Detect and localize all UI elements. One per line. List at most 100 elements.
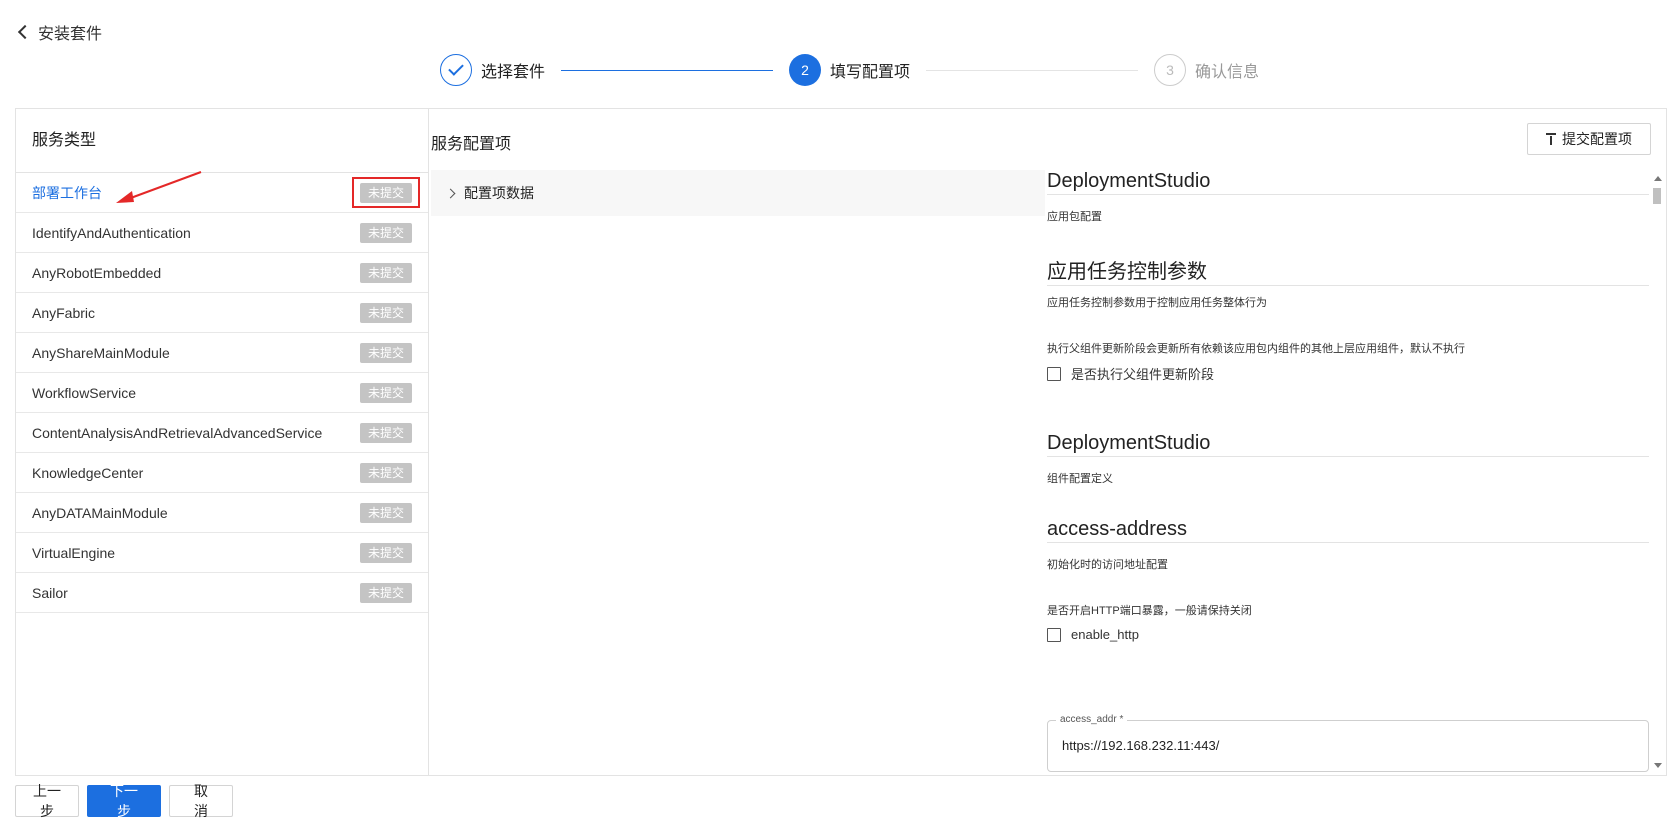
status-wrap: 未提交 (359, 423, 412, 443)
status-badge: 未提交 (359, 343, 412, 363)
step-1-circle (440, 54, 472, 86)
next-button[interactable]: 下一步 (87, 783, 161, 819)
section-title: 应用任务控制参数 (1047, 255, 1649, 286)
chevron-left-icon (17, 24, 33, 40)
submit-config-button[interactable]: 提交配置项 (1527, 123, 1651, 155)
step-2-label: 填写配置项 (830, 64, 911, 81)
red-arrow-annotation (116, 171, 202, 203)
status-badge: 未提交 (359, 503, 412, 523)
service-item[interactable]: IdentifyAndAuthentication 未提交 (16, 213, 428, 253)
step-1: 选择套件 (440, 54, 545, 86)
status-badge: 未提交 (359, 183, 412, 203)
form-scrollbar[interactable] (1649, 170, 1665, 774)
status-badge: 未提交 (359, 463, 412, 483)
status-wrap: 未提交 (359, 263, 412, 283)
status-badge: 未提交 (359, 263, 412, 283)
status-badge: 未提交 (359, 303, 412, 323)
service-name: WorkflowService (32, 384, 136, 401)
status-wrap: 未提交 (359, 303, 412, 323)
section-title: DeploymentStudio (1047, 432, 1649, 457)
scroll-down-icon[interactable] (1654, 763, 1662, 768)
service-config-title: 服务配置项 (431, 136, 512, 153)
checkbox-label: 是否执行父组件更新阶段 (1071, 367, 1215, 382)
check-icon (448, 60, 464, 76)
status-wrap: 未提交 (359, 223, 412, 243)
status-badge: 未提交 (359, 543, 412, 563)
enable-http-checkbox[interactable] (1047, 627, 1061, 642)
status-wrap: 未提交 (359, 543, 412, 563)
parent-update-checkbox[interactable] (1047, 366, 1061, 381)
service-item[interactable]: KnowledgeCenter 未提交 (16, 453, 428, 493)
service-name: IdentifyAndAuthentication (32, 224, 191, 241)
scroll-thumb[interactable] (1653, 188, 1661, 204)
status-wrap: 未提交 (359, 463, 412, 483)
stepper: 选择套件 2 填写配置项 3 确认信息 (440, 52, 1259, 88)
checkbox-row-parent-update: 是否执行父组件更新阶段 (1047, 364, 1214, 383)
service-item[interactable]: VirtualEngine 未提交 (16, 533, 428, 573)
status-wrap: 未提交 (359, 343, 412, 363)
service-item[interactable]: AnyDATAMainModule 未提交 (16, 493, 428, 533)
service-item[interactable]: AnyRobotEmbedded 未提交 (16, 253, 428, 293)
service-item[interactable]: WorkflowService 未提交 (16, 373, 428, 413)
prev-button[interactable]: 上一步 (15, 783, 79, 819)
service-item[interactable]: ContentAnalysisAndRetrievalAdvancedServi… (16, 413, 428, 453)
section-title: access-address (1047, 518, 1649, 543)
section-title: DeploymentStudio (1047, 170, 1649, 195)
cancel-button[interactable]: 取 消 (169, 783, 233, 819)
service-name: AnyFabric (32, 304, 96, 321)
service-item[interactable]: AnyFabric 未提交 (16, 293, 428, 333)
access-addr-field: access_addr * (1047, 714, 1649, 772)
step-3: 3 确认信息 (1154, 54, 1259, 86)
tree-item-config-data[interactable]: 配置项数据 (431, 170, 1045, 216)
service-name: 部署工作台 (32, 184, 102, 201)
footer-actions: 上一步 下一步 取 消 (15, 783, 233, 819)
chevron-right-icon (445, 188, 456, 198)
upload-icon (1546, 133, 1556, 145)
checkbox-row-enable-http: enable_http (1047, 627, 1139, 642)
status-wrap: 未提交 (359, 503, 412, 523)
service-name: Sailor (32, 584, 68, 601)
step-2: 2 填写配置项 (789, 54, 910, 86)
submit-config-label: 提交配置项 (1562, 131, 1632, 147)
field-desc: 是否开启HTTP端口暴露，一般请保持关闭 (1047, 605, 1252, 617)
step-2-circle: 2 (789, 54, 822, 86)
step-1-label: 选择套件 (481, 64, 546, 81)
step-3-circle: 3 (1154, 54, 1187, 86)
status-badge: 未提交 (359, 423, 412, 443)
status-badge: 未提交 (359, 223, 412, 243)
service-item[interactable]: 部署工作台 未提交 (16, 173, 428, 213)
field-desc: 执行父组件更新阶段会更新所有依赖该应用包内组件的其他上层应用组件，默认不执行 (1047, 343, 1465, 355)
service-type-list: 服务类型 部署工作台 未提交 IdentifyAndAuthentication 未提… (16, 109, 429, 775)
access-addr-label: access_addr * (1056, 714, 1128, 725)
checkbox-label: enable_http (1071, 627, 1139, 642)
scroll-up-icon[interactable] (1654, 176, 1662, 181)
service-item[interactable]: AnyShareMainModule 未提交 (16, 333, 428, 373)
service-name: AnyDATAMainModule (32, 504, 168, 521)
section-desc: 组件配置定义 (1047, 473, 1113, 485)
tree-item-label: 配置项数据 (464, 185, 534, 201)
section-desc: 应用任务控制参数用于控制应用任务整体行为 (1047, 297, 1267, 309)
service-name: AnyShareMainModule (32, 344, 170, 361)
status-wrap: 未提交 (359, 583, 412, 603)
back-button[interactable]: 安装套件 (16, 20, 102, 44)
step-connector-1 (561, 69, 774, 71)
section-desc: 初始化时的访问地址配置 (1047, 559, 1168, 571)
service-name: AnyRobotEmbedded (32, 264, 162, 281)
status-highlight-box: 未提交 (351, 177, 420, 208)
status-badge: 未提交 (359, 583, 412, 603)
service-list: 部署工作台 未提交 IdentifyAndAuthentication 未提交 AnyR… (16, 173, 428, 613)
service-item[interactable]: Sailor 未提交 (16, 573, 428, 613)
status-wrap: 未提交 (359, 383, 412, 403)
service-name: VirtualEngine (32, 544, 116, 561)
step-3-label: 确认信息 (1195, 64, 1260, 81)
step-connector-2 (926, 69, 1139, 71)
page-header: 安装套件 (0, 0, 1672, 60)
status-badge: 未提交 (359, 383, 412, 403)
service-name: ContentAnalysisAndRetrievalAdvancedServi… (32, 424, 323, 441)
config-form: DeploymentStudio 应用包配置 应用任务控制参数 应用任务控制参数… (1047, 170, 1649, 774)
section-desc: 应用包配置 (1047, 211, 1102, 223)
access-addr-input[interactable] (1062, 738, 1622, 753)
service-name: KnowledgeCenter (32, 464, 144, 481)
service-type-title: 服务类型 (16, 109, 428, 173)
page-title: 安装套件 (38, 26, 103, 43)
